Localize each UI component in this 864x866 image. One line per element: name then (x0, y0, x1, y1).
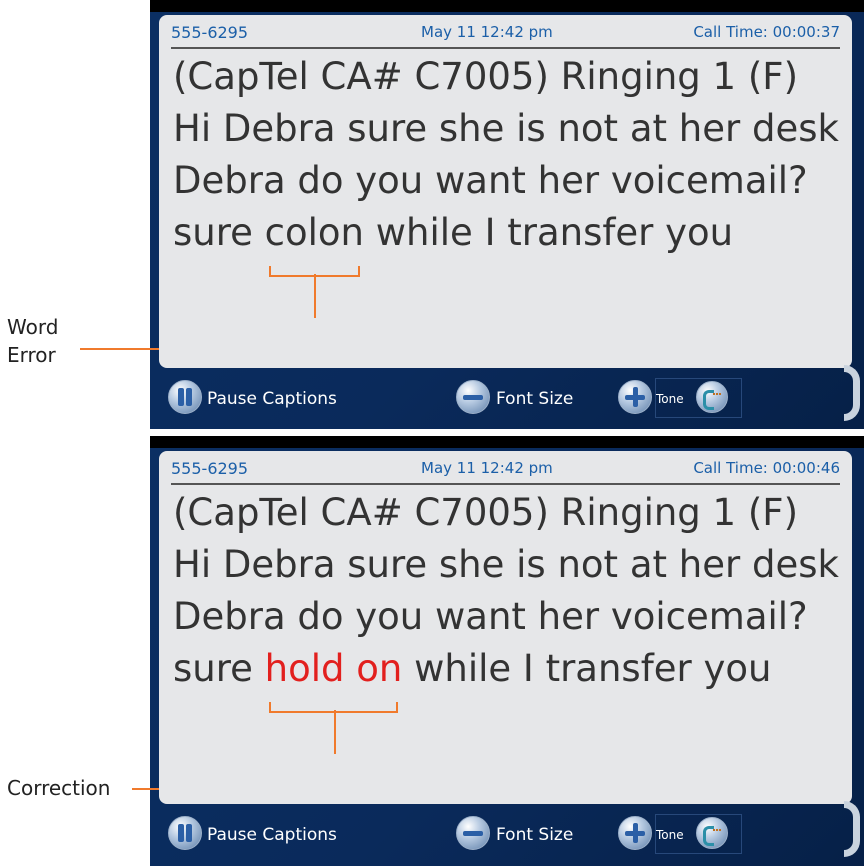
word-error-callout: Word Error (7, 315, 59, 367)
font-size-label: Font Size (496, 825, 574, 845)
font-increase-button[interactable] (618, 380, 652, 414)
word-error-stem (314, 274, 317, 318)
call-time: Call Time: 00:00:46 (693, 459, 840, 477)
correction-leader (132, 788, 150, 790)
pause-icon[interactable] (168, 816, 202, 850)
call-datetime: May 11 12:42 pm (421, 23, 553, 41)
font-size-label: Font Size (496, 389, 574, 409)
correction-callout: Correction (7, 776, 111, 800)
caption-panel: 555-6295 May 11 12:42 pm Call Time: 00:0… (159, 451, 852, 804)
pause-captions-button[interactable]: Pause Captions (207, 825, 337, 845)
caption-header: 555-6295 May 11 12:42 pm Call Time: 00:0… (171, 457, 840, 485)
toolbar: Pause Captions Font Size Tone (150, 374, 864, 420)
font-increase-button[interactable] (618, 816, 652, 850)
caption-text: (CapTel CA# C7005) Ringing 1 (F) Hi Debr… (173, 487, 842, 754)
captel-screen-correction: 555-6295 May 11 12:42 pm Call Time: 00:0… (150, 436, 864, 866)
font-decrease-button[interactable] (456, 816, 490, 850)
call-time: Call Time: 00:00:37 (693, 23, 840, 41)
caption-header: 555-6295 May 11 12:42 pm Call Time: 00:0… (171, 21, 840, 49)
handset-icon[interactable] (842, 365, 864, 423)
pause-icon[interactable] (168, 380, 202, 414)
font-decrease-button[interactable] (456, 380, 490, 414)
word-error-leader (80, 348, 150, 350)
captel-screen-error: 555-6295 May 11 12:42 pm Call Time: 00:0… (150, 0, 864, 429)
handset-icon[interactable] (842, 801, 864, 859)
caption-after: while I transfer you (364, 211, 734, 254)
pause-captions-button[interactable]: Pause Captions (207, 389, 337, 409)
word-error: colon (264, 211, 365, 318)
header-divider (171, 47, 840, 49)
caption-text: (CapTel CA# C7005) Ringing 1 (F) Hi Debr… (173, 51, 842, 318)
word-error-text: colon (264, 211, 365, 254)
tone-icon[interactable] (696, 381, 728, 413)
caption-panel: 555-6295 May 11 12:42 pm Call Time: 00:0… (159, 15, 852, 368)
tone-icon[interactable] (696, 817, 728, 849)
tone-label: Tone (656, 392, 684, 406)
word-correction: hold on (264, 647, 403, 754)
tone-label: Tone (656, 828, 684, 842)
toolbar: Pause Captions Font Size Tone (150, 810, 864, 856)
header-divider (171, 483, 840, 485)
word-correction-stem (333, 710, 336, 754)
caption-after: while I transfer you (402, 647, 772, 690)
word-correction-text: hold on (264, 647, 403, 690)
call-datetime: May 11 12:42 pm (421, 459, 553, 477)
phone-number: 555-6295 (171, 23, 249, 42)
phone-number: 555-6295 (171, 459, 249, 478)
